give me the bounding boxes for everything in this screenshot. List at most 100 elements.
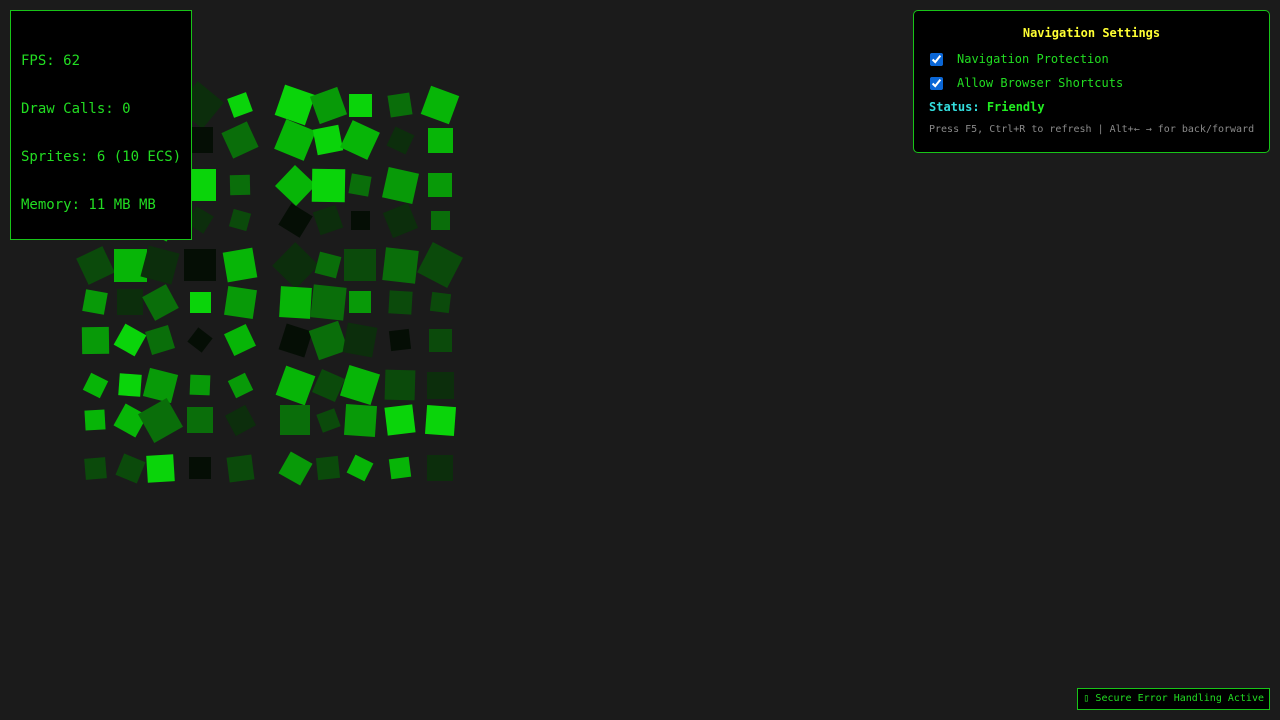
- sprite-square: [118, 373, 142, 397]
- allow-browser-shortcuts-label[interactable]: Allow Browser Shortcuts: [957, 76, 1123, 90]
- sprite-square: [388, 328, 412, 352]
- status-line: Status: Friendly: [929, 99, 1254, 115]
- sprite-square: [189, 374, 211, 396]
- sprite-square: [274, 164, 316, 206]
- status-value: Friendly: [986, 100, 1045, 114]
- sprite-square: [309, 283, 347, 321]
- sprite-square: [315, 455, 341, 481]
- sprite-square: [278, 285, 312, 319]
- sprite-square: [280, 405, 310, 435]
- sprite-square: [274, 119, 316, 161]
- sprite-square: [348, 173, 372, 197]
- sprite-square: [82, 289, 108, 315]
- fps-readout: FPS: 62: [21, 53, 81, 69]
- sprite-square: [312, 204, 344, 236]
- sprite-square: [189, 291, 211, 313]
- sprite-square: [274, 84, 316, 126]
- sprite-square: [271, 241, 319, 289]
- sprite-square: [350, 210, 370, 230]
- sprite-square: [344, 249, 376, 281]
- settings-title: Navigation Settings: [1022, 26, 1161, 40]
- sprite-square: [428, 328, 452, 352]
- sprite-square: [311, 168, 345, 202]
- badge-text: Secure Error Handling Active: [1095, 693, 1264, 704]
- sprite-square: [224, 324, 256, 356]
- sprite-square: [430, 210, 450, 230]
- sprite-square: [420, 85, 460, 125]
- sprite-square: [388, 456, 412, 480]
- sprite-square: [381, 166, 419, 204]
- sprite-square: [387, 92, 413, 118]
- sprite-square: [137, 397, 183, 443]
- sprite-square: [84, 409, 106, 431]
- sprite-square: [387, 289, 413, 315]
- option-navigation-protection: Navigation Protection: [929, 51, 1254, 67]
- sprite-square: [82, 372, 108, 398]
- sprite-square: [384, 404, 416, 436]
- sprite-square: [189, 457, 211, 479]
- sprite-square: [426, 454, 454, 482]
- sprite-square: [75, 245, 115, 285]
- sprite-square: [417, 242, 463, 288]
- sprite-square: [114, 452, 146, 484]
- status-label: Status:: [929, 100, 980, 114]
- allow-browser-shortcuts-checkbox[interactable]: [930, 76, 943, 90]
- sprite-square: [342, 322, 378, 358]
- sprite-square: [221, 121, 259, 159]
- sprite-square: [384, 369, 416, 401]
- sprite-square: [145, 325, 175, 355]
- sprite-square: [184, 249, 216, 281]
- sprite-square: [308, 320, 348, 360]
- sprite-square: [187, 327, 213, 353]
- sprite-square: [428, 173, 452, 197]
- sprites-readout: Sprites: 6 (10 ECS): [21, 149, 182, 165]
- sprite-square: [224, 404, 256, 436]
- sprite-square: [346, 454, 374, 482]
- sprite-square: [429, 291, 451, 313]
- sprite-square: [228, 208, 252, 232]
- sprite-square: [349, 291, 371, 313]
- sprite-square: [339, 364, 381, 406]
- sprite-square: [311, 368, 345, 402]
- navigation-protection-checkbox[interactable]: [930, 52, 943, 66]
- sprite-square: [113, 323, 147, 357]
- sprite-square: [187, 407, 213, 433]
- sprite-square: [222, 247, 258, 283]
- keyboard-hint: Press F5, Ctrl+R to refresh | Alt+← → fo…: [929, 124, 1255, 135]
- sprite-square: [314, 251, 342, 279]
- sprite-square: [225, 453, 255, 483]
- secure-error-handling-badge: ▯ Secure Error Handling Active: [1077, 688, 1270, 710]
- sprite-square: [312, 124, 344, 156]
- sprite-square: [223, 285, 257, 319]
- sprite-square: [343, 403, 377, 437]
- sprite-square: [277, 202, 313, 238]
- sprite-square: [141, 283, 179, 321]
- sprite-square: [348, 93, 372, 117]
- option-allow-browser-shortcuts: Allow Browser Shortcuts: [929, 75, 1254, 91]
- sprite-square: [117, 289, 143, 315]
- sprite-square: [340, 120, 380, 160]
- sprite-square: [426, 371, 454, 399]
- sprite-square: [386, 126, 414, 154]
- sprite-square: [315, 407, 341, 433]
- sprite-square: [142, 367, 178, 403]
- sprite-square: [309, 86, 347, 124]
- sprite-square: [145, 453, 175, 483]
- memory-readout: Memory: 11 MB MB: [21, 197, 156, 213]
- sprite-square: [229, 174, 251, 196]
- sprite-square: [83, 456, 107, 480]
- sprite-square: [227, 92, 253, 118]
- sprite-square: [275, 365, 315, 405]
- sprite-square: [277, 450, 313, 486]
- sprite-square: [227, 372, 253, 398]
- sprite-square: [81, 326, 109, 354]
- stats-panel: FPS: 62 Draw Calls: 0 Sprites: 6 (10 ECS…: [10, 10, 192, 240]
- sprite-square: [381, 246, 419, 284]
- sprite-square: [424, 404, 456, 436]
- draw-calls-readout: Draw Calls: 0: [21, 101, 131, 117]
- sprite-square: [278, 323, 312, 357]
- shield-icon: ▯: [1083, 693, 1090, 704]
- sprite-square: [427, 127, 453, 153]
- sprite-square: [382, 202, 418, 238]
- navigation-protection-label[interactable]: Navigation Protection: [957, 52, 1109, 66]
